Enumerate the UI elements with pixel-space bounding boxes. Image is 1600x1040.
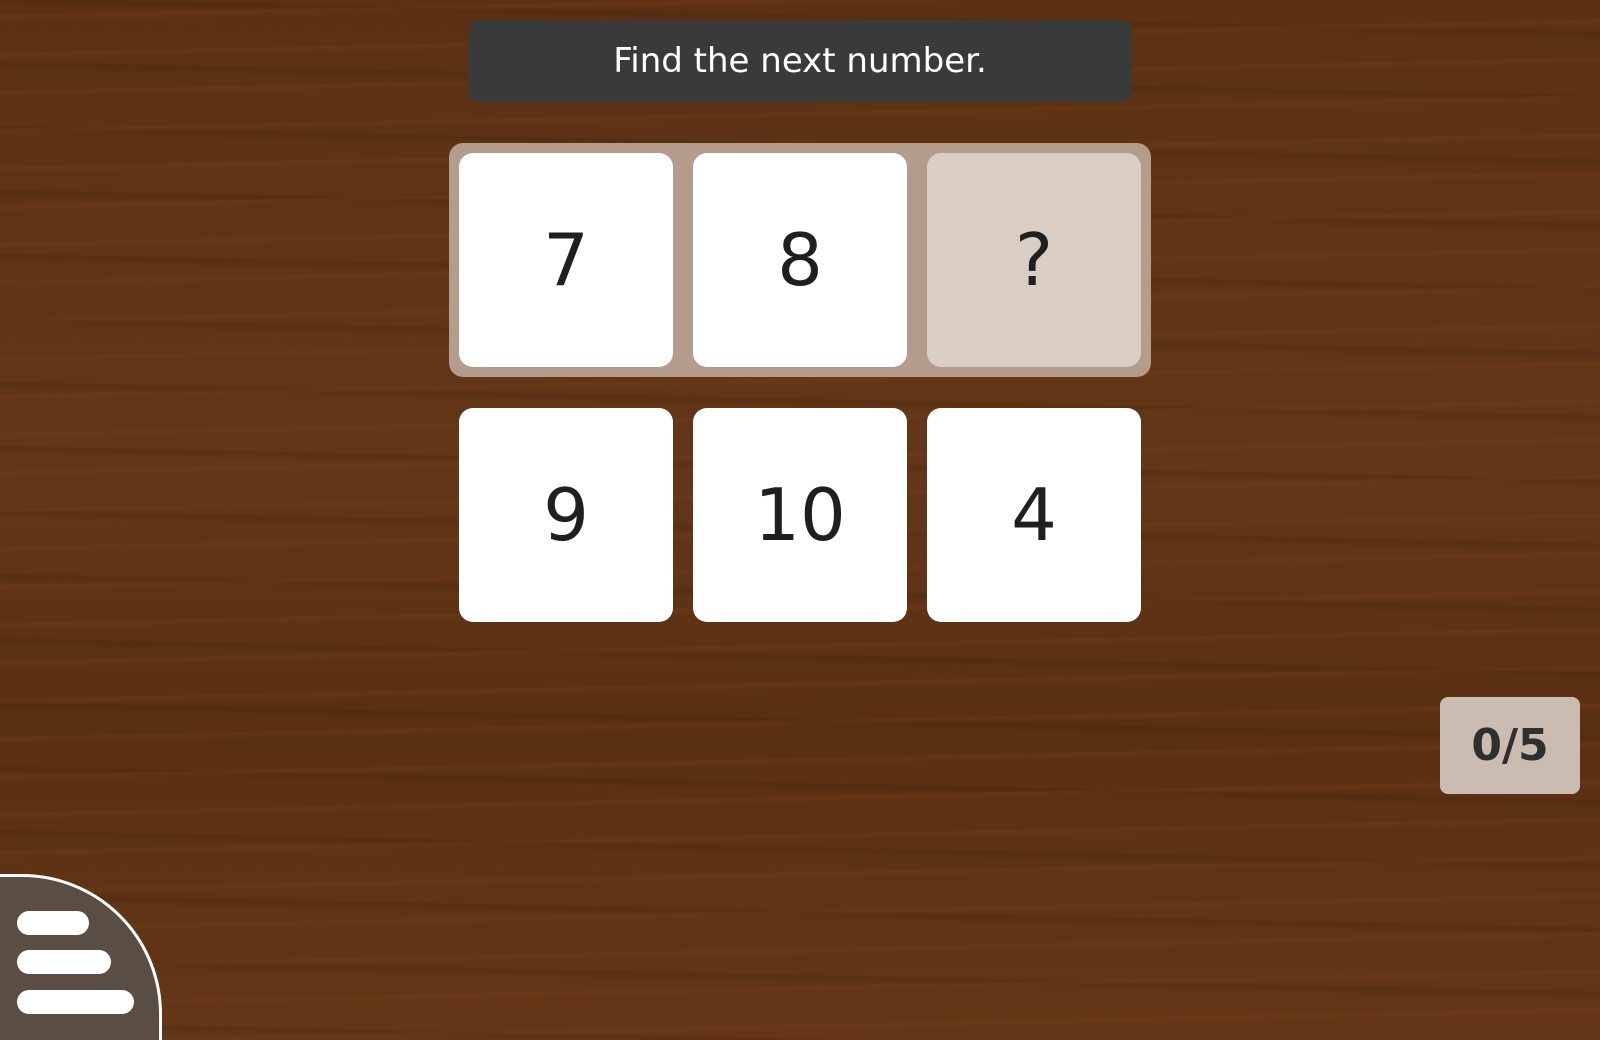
sequence-tile-2-value: 8	[777, 218, 823, 302]
instruction-text: Find the next number.	[613, 41, 987, 81]
score-counter: 0/5	[1440, 697, 1580, 794]
instruction-bar: Find the next number.	[468, 20, 1132, 102]
score-text: 0/5	[1471, 720, 1549, 771]
menu-bar-top	[17, 911, 89, 935]
answer-option-2-value: 10	[754, 473, 846, 557]
answer-option-2[interactable]: 10	[693, 408, 907, 622]
answer-option-1[interactable]: 9	[459, 408, 673, 622]
answer-option-1-value: 9	[543, 473, 589, 557]
menu-bar-middle	[17, 950, 111, 974]
sequence-tile-2: 8	[693, 153, 907, 367]
answer-slot[interactable]: ?	[927, 153, 1141, 367]
menu-button[interactable]	[0, 874, 162, 1040]
sequence-tile-1-value: 7	[543, 218, 589, 302]
answer-option-3[interactable]: 4	[927, 408, 1141, 622]
answer-option-3-value: 4	[1011, 473, 1057, 557]
question-mark: ?	[1014, 218, 1054, 302]
sequence-tile-1: 7	[459, 153, 673, 367]
menu-bar-bottom	[17, 990, 134, 1014]
